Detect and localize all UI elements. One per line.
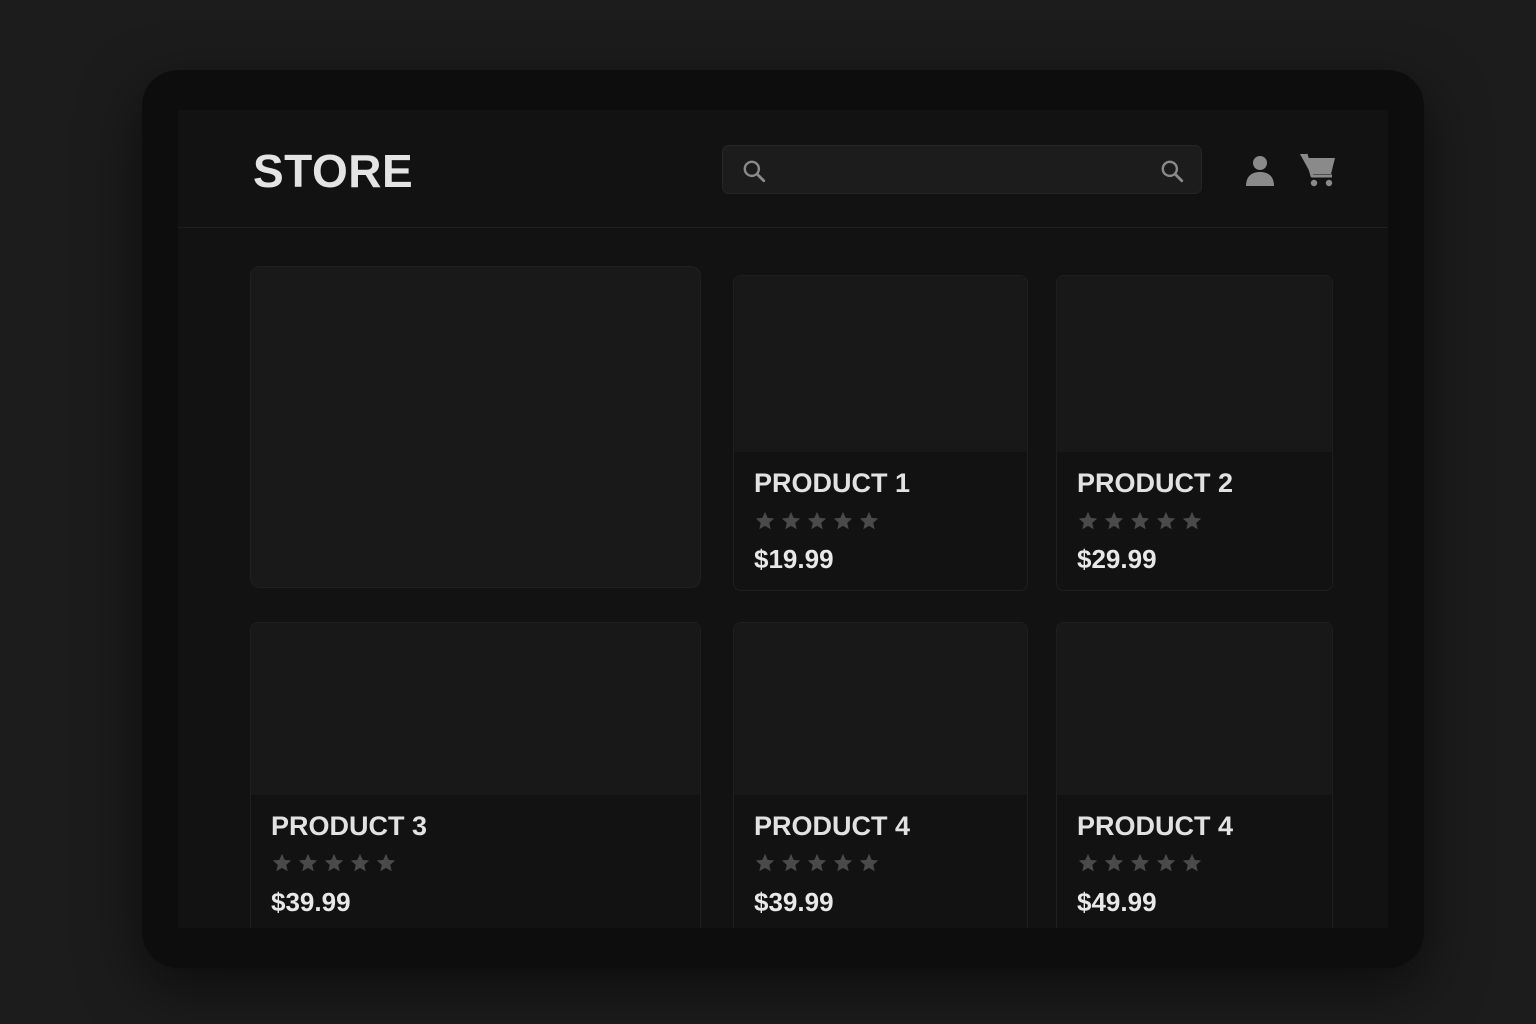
star-icon	[324, 853, 344, 872]
product-image	[251, 623, 700, 795]
star-icon	[1104, 853, 1124, 872]
star-icon	[1130, 511, 1150, 530]
product-price: $29.99	[1077, 544, 1157, 574]
product-name: PRODUCT 4	[1077, 811, 1234, 841]
star-icon	[755, 853, 775, 872]
search-input[interactable]	[779, 154, 1143, 188]
star-icon	[755, 511, 775, 530]
store-logo[interactable]: STORE	[253, 144, 413, 198]
star-icon	[781, 853, 801, 872]
star-icon	[833, 853, 853, 872]
star-icon	[376, 853, 396, 872]
search-icon	[743, 160, 766, 183]
product-rating	[1077, 510, 1203, 532]
star-icon	[807, 853, 827, 872]
product-price: $39.99	[271, 887, 351, 917]
product-info: PRODUCT 3 $39.99	[251, 795, 700, 928]
product-price: $19.99	[754, 544, 834, 574]
header: STORE	[178, 110, 1388, 228]
product-rating	[754, 852, 880, 874]
product-name: PRODUCT 2	[1077, 468, 1234, 498]
star-icon	[1156, 853, 1176, 872]
product-card[interactable]: PRODUCT 1 $19.99	[733, 275, 1028, 591]
star-icon	[1078, 853, 1098, 872]
star-icon	[781, 511, 801, 530]
product-info: PRODUCT 4 $39.99	[734, 795, 1027, 928]
star-icon	[1104, 511, 1124, 530]
product-info: PRODUCT 4 $49.99	[1057, 795, 1332, 928]
star-icon	[1130, 853, 1150, 872]
search-submit-icon[interactable]	[1159, 158, 1185, 184]
product-info: PRODUCT 2 $29.99	[1057, 452, 1332, 590]
user-icon[interactable]	[1242, 152, 1278, 188]
product-price: $39.99	[754, 887, 834, 917]
product-rating	[754, 510, 880, 532]
star-icon	[859, 853, 879, 872]
star-icon	[1156, 511, 1176, 530]
cart-icon[interactable]	[1298, 150, 1338, 188]
product-name: PRODUCT 4	[754, 811, 911, 841]
star-icon	[807, 511, 827, 530]
star-icon	[833, 511, 853, 530]
store-screen: STORE PRODUCT 1 $19.99 PRODUCT 2 $29.99 …	[178, 110, 1388, 928]
search-bar[interactable]	[722, 145, 1202, 194]
star-icon	[1182, 853, 1202, 872]
product-name: PRODUCT 3	[271, 811, 428, 841]
product-card[interactable]: PRODUCT 2 $29.99	[1056, 275, 1333, 591]
star-icon	[859, 511, 879, 530]
star-icon	[298, 853, 318, 872]
product-card[interactable]: PRODUCT 3 $39.99	[250, 622, 701, 928]
product-rating	[1077, 852, 1203, 874]
product-image	[1057, 276, 1332, 454]
star-icon	[1182, 511, 1202, 530]
product-name: PRODUCT 1	[754, 468, 911, 498]
hero-banner[interactable]	[250, 266, 701, 588]
product-rating	[271, 852, 397, 874]
product-image	[734, 623, 1027, 795]
product-card[interactable]: PRODUCT 4 $39.99	[733, 622, 1028, 928]
star-icon	[272, 853, 292, 872]
product-image	[734, 276, 1027, 454]
star-icon	[350, 853, 370, 872]
star-icon	[1078, 511, 1098, 530]
product-card[interactable]: PRODUCT 4 $49.99	[1056, 622, 1333, 928]
product-image	[1057, 623, 1332, 795]
product-price: $49.99	[1077, 887, 1157, 917]
product-info: PRODUCT 1 $19.99	[734, 452, 1027, 590]
